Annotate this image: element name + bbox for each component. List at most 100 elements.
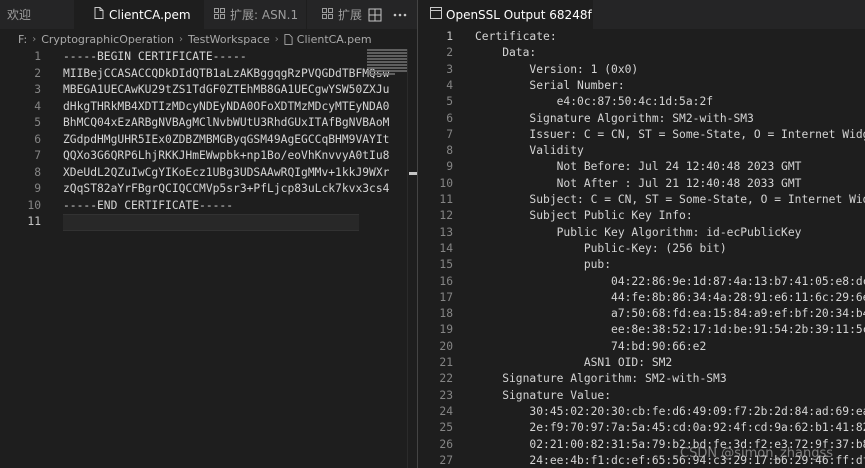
pem-editor[interactable]: 1 -----BEGIN CERTIFICATE----- 2 MIIBejCCASA… — [0, 49, 417, 468]
breadcrumb-item-folder[interactable]: CryptographicOperation — [41, 33, 174, 46]
line-number: 19 — [439, 323, 453, 337]
tab-welcome[interactable]: 欢迎 — [0, 0, 74, 29]
code-line[interactable]: 11 Subject: C = CN, ST = Some-State, O =… — [418, 192, 865, 208]
breadcrumb-item-drive[interactable]: F: — [18, 33, 27, 46]
code-line[interactable]: 1 Certificate: — [418, 29, 865, 45]
left-editor-group: 欢迎 ClientCA.pem 扩展: ASN.1 扩展 F: › Crypto… — [0, 0, 417, 468]
output-preview-icon — [430, 7, 442, 22]
line-text: Signature Value: — [475, 388, 612, 402]
line-text: Serial Number: — [475, 78, 625, 92]
line-number: 11 — [27, 215, 41, 228]
line-text: 44:fe:8b:86:34:4a:28:91:e6:11:6c:29:6e:a… — [611, 290, 865, 304]
more-actions-icon[interactable] — [393, 7, 407, 21]
line-number: 8 — [34, 165, 41, 179]
line-text: pub: — [475, 258, 612, 272]
line-text: Signature Algorithm: SM2-with-SM3 — [475, 372, 727, 386]
line-number: 13 — [439, 225, 453, 239]
code-line[interactable]: 21 ASN1 OID: SM2 — [418, 355, 865, 371]
line-number: 8 — [446, 144, 453, 158]
code-line[interactable]: 1 -----BEGIN CERTIFICATE----- — [0, 49, 417, 66]
code-line[interactable]: 13 Public Key Algorithm: id-ecPublicKey — [418, 225, 865, 241]
code-line[interactable]: 15 pub: — [418, 257, 865, 273]
code-line[interactable]: 8 Validity — [418, 143, 865, 159]
line-text: Validity — [475, 144, 584, 158]
code-line[interactable]: 16 04:22:86:9e:1d:87:4a:13:b7:41:05:e8:d… — [418, 274, 865, 290]
breadcrumb-item-workspace[interactable]: TestWorkspace — [188, 33, 270, 46]
minimap[interactable] — [367, 49, 407, 79]
line-number: 1 — [34, 50, 41, 63]
line-text: 74:bd:90:66:e2 — [475, 339, 707, 353]
line-number: 4 — [446, 78, 453, 92]
line-number: 14 — [439, 241, 453, 255]
code-line[interactable]: 23 Signature Value: — [418, 388, 865, 404]
line-number: 18 — [439, 307, 453, 321]
line-text: Public-Key: (256 bit) — [475, 241, 727, 255]
code-line[interactable]: 8 XDeUdL2QZuIwCgYIKoEcz1UBg3UDSAAwRQIgMMv… — [0, 165, 417, 182]
line-text: Signature Algorithm: SM2-with-SM3 — [475, 111, 754, 125]
code-line[interactable]: 2 Data: — [418, 45, 865, 61]
code-line[interactable]: 7 QQXo3G6QRP6LhjRKKJHmEWwpbk+np1Bo/eoVhKn… — [0, 148, 417, 165]
vertical-scrollbar[interactable] — [407, 49, 417, 468]
line-number: 20 — [439, 339, 453, 353]
code-line[interactable]: 11 — [0, 214, 417, 231]
line-text: Certificate: — [475, 30, 557, 43]
tab-extension-2[interactable]: 扩展 — [307, 0, 365, 29]
code-line[interactable]: 17 44:fe:8b:86:34:4a:28:91:e6:11:6c:29:6… — [418, 290, 865, 306]
line-number: 22 — [439, 372, 453, 386]
line-text: Public Key Algorithm: id-ecPublicKey — [475, 225, 802, 239]
code-line[interactable]: 19 ee:8e:38:52:17:1d:be:91:54:2b:39:11:5… — [418, 322, 865, 338]
code-line[interactable]: 10 Not After : Jul 21 12:40:48 2033 GMT — [418, 176, 865, 192]
code-line[interactable]: 4 Serial Number: — [418, 78, 865, 94]
code-line[interactable]: 7 Issuer: C = CN, ST = Some-State, O = I… — [418, 127, 865, 143]
code-line[interactable]: 6 Signature Algorithm: SM2-with-SM3 — [418, 111, 865, 127]
line-text: ZGdpdHMgUHR5IEx0ZDBZMBMGByqGSM49AgEGCCqB… — [63, 132, 390, 146]
tab-label: ClientCA.pem — [109, 7, 191, 22]
line-text: 04:22:86:9e:1d:87:4a:13:b7:41:05:e8:dc:6… — [611, 274, 865, 288]
line-number: 25 — [439, 421, 453, 435]
code-line[interactable]: 9 Not Before: Jul 24 12:40:48 2023 GMT — [418, 159, 865, 175]
code-line[interactable]: 3 MBEGA1UECAwKU29tZS1TdGF0ZTEhMB8GA1UECgw… — [0, 82, 417, 99]
code-line[interactable]: 22 Signature Algorithm: SM2-with-SM3 — [418, 371, 865, 387]
tab-openssl-output[interactable]: OpenSSL Output 68248f — [418, 0, 593, 29]
code-line[interactable]: 9 zQqST82aYrFBgrQCIQCCMVp5sr3+PfLjcp83uLc… — [0, 181, 417, 198]
line-number: 9 — [34, 182, 41, 195]
tab-label: 欢迎 — [7, 8, 32, 22]
line-number: 16 — [439, 274, 453, 288]
tab-extension-asn1[interactable]: 扩展: ASN.1 — [204, 0, 306, 29]
split-editor-icon[interactable] — [368, 7, 382, 22]
code-line[interactable]: 3 Version: 1 (0x0) — [418, 62, 865, 78]
code-line[interactable]: 18 a7:50:68:fd:ea:15:84:a9:ef:bf:20:34:b… — [418, 306, 865, 322]
code-line[interactable]: 5 BhMCQ04xEzARBgNVBAgMClNvbWUtU3RhdGUxITA… — [0, 115, 417, 132]
left-tab-bar: 欢迎 ClientCA.pem 扩展: ASN.1 扩展 — [0, 0, 417, 29]
line-text: BhMCQ04xEzARBgNVBAgMClNvbWUtU3RhdGUxITAf… — [63, 116, 390, 129]
line-number: 4 — [34, 99, 41, 113]
line-text: Subject Public Key Info: — [475, 209, 693, 223]
line-text: 2e:f9:70:97:7a:5a:45:cd:0a:92:4f:cd:9a:6… — [475, 421, 865, 435]
line-text: QQXo3G6QRP6LhjRKKJHmEWwpbk+np1Bo/eoVhKnv… — [63, 149, 390, 162]
extension-icon — [322, 7, 333, 22]
line-text: e4:0c:87:50:4c:1d:5a:2f — [475, 95, 714, 109]
code-line[interactable]: 14 Public-Key: (256 bit) — [418, 241, 865, 257]
line-number: 1 — [446, 30, 453, 43]
line-text: Not After : Jul 21 12:40:48 2033 GMT — [475, 176, 802, 190]
line-text: Subject: C = CN, ST = Some-State, O = In… — [529, 193, 865, 206]
extension-icon — [214, 7, 225, 22]
breadcrumb-item-file[interactable]: ClientCA.pem — [284, 33, 372, 46]
line-number: 3 — [34, 83, 41, 96]
tab-clientca-pem[interactable]: ClientCA.pem — [75, 0, 203, 29]
code-line[interactable]: 6 ZGdpdHMgUHR5IEx0ZDBZMBMGByqGSM49AgEGCCq… — [0, 132, 417, 149]
code-line[interactable]: 2 MIIBejCCASACCQDkDIdQTB1aLzAKBggqgRzPVQG… — [0, 66, 417, 83]
code-line[interactable]: 20 74:bd:90:66:e2 — [418, 339, 865, 355]
line-number: 2 — [34, 66, 41, 80]
code-line[interactable]: 12 Subject Public Key Info: — [418, 208, 865, 224]
code-line[interactable]: 5 e4:0c:87:50:4c:1d:5a:2f — [418, 94, 865, 110]
code-line[interactable]: 24 30:45:02:20:30:cb:fe:d6:49:09:f7:2b:2… — [418, 404, 865, 420]
line-number: 21 — [439, 356, 453, 369]
line-text: ASN1 OID: SM2 — [475, 356, 673, 369]
code-line[interactable]: 10 -----END CERTIFICATE----- — [0, 198, 417, 215]
line-text: dHkgTHRkMB4XDTIzMDcyNDEyNDA0OFoXDTMzMDcy… — [63, 99, 390, 113]
line-text: ee:8e:38:52:17:1d:be:91:54:2b:39:11:5c:7… — [611, 323, 865, 337]
openssl-output-view[interactable]: 1 Certificate: 2 Data: 3 Version: 1 (0x0) 4 … — [418, 29, 865, 468]
code-line[interactable]: 4 dHkgTHRkMB4XDTIzMDcyNDEyNDA0OFoXDTMzMDc… — [0, 99, 417, 116]
code-line[interactable]: 25 2e:f9:70:97:7a:5a:45:cd:0a:92:4f:cd:9… — [418, 420, 865, 436]
